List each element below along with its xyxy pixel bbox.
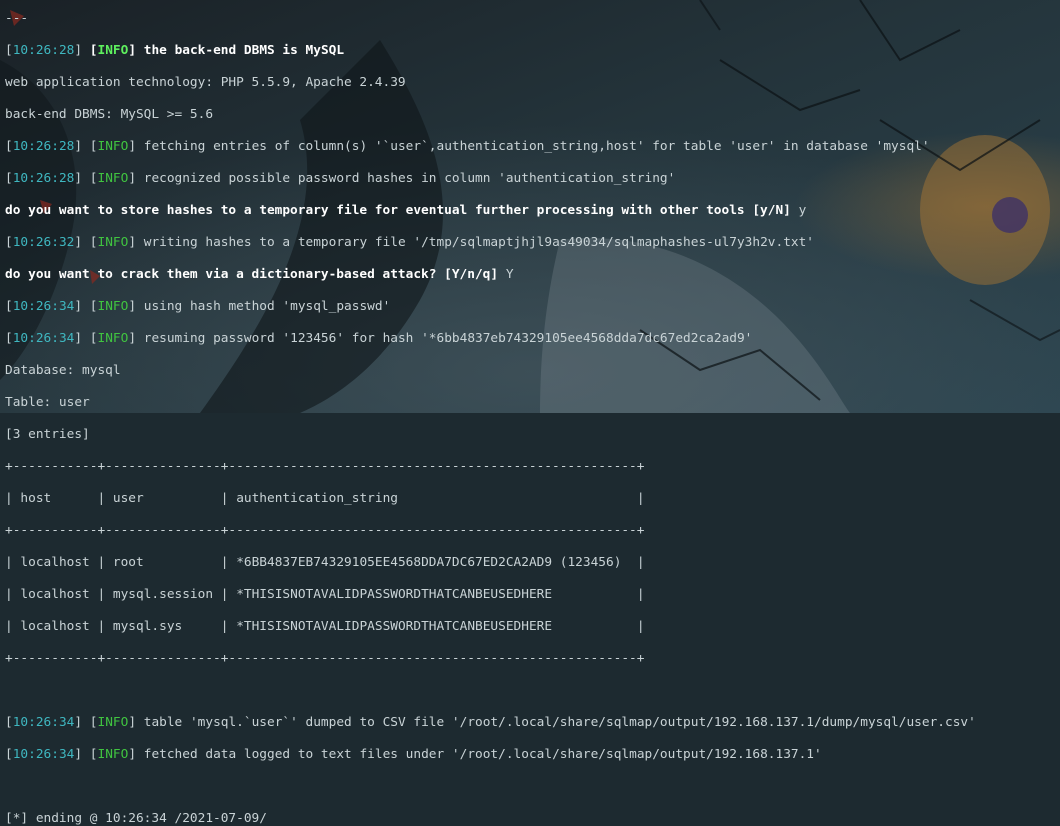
log-message: fetched data logged to text files under … xyxy=(143,747,822,762)
bracket: ] [ xyxy=(74,171,98,186)
ending-text: [*] ending @ 10:26:34 /2021-07-09/ xyxy=(5,811,267,826)
timestamp: 10:26:32 xyxy=(12,235,75,250)
table-border-bottom: +-----------+---------------+-----------… xyxy=(5,651,645,666)
bracket: ] xyxy=(128,715,144,730)
bracket: ] [ xyxy=(74,139,98,154)
table-cell: *THISISNOTAVALIDPASSWORDTHATCANBEUSEDHER… xyxy=(236,619,630,634)
log-line: [10:26:28] [INFO] recognized possible pa… xyxy=(5,171,976,187)
bracket: ] xyxy=(74,43,90,58)
table-cell: mysql.sys xyxy=(112,619,214,634)
bracket: ] xyxy=(128,43,144,58)
log-line: [10:26:34] [INFO] using hash method 'mys… xyxy=(5,299,976,315)
top-fragment-text: --- xyxy=(5,11,29,26)
log-line: [10:26:34] [INFO] table 'mysql.`user`' d… xyxy=(5,715,976,731)
table-cell: *THISISNOTAVALIDPASSWORDTHATCANBEUSEDHER… xyxy=(236,587,630,602)
table-cell: localhost xyxy=(20,555,90,570)
log-message: writing hashes to a temporary file '/tmp… xyxy=(143,235,815,250)
level-tag: INFO xyxy=(97,331,129,346)
bracket: [ xyxy=(5,331,13,346)
prompt-question: do you want to store hashes to a tempora… xyxy=(5,203,791,218)
dump-meta-text: Database: mysql xyxy=(5,363,121,378)
bracket: ] [ xyxy=(74,299,98,314)
timestamp: 10:26:34 xyxy=(12,331,75,346)
table-row: | localhost | root | *6BB4837EB74329105E… xyxy=(5,555,645,570)
bracket: ] xyxy=(128,331,144,346)
bracket: ] [ xyxy=(74,747,98,762)
log-line: [10:26:32] [INFO] writing hashes to a te… xyxy=(5,235,976,251)
log-message: table 'mysql.`user`' dumped to CSV file … xyxy=(143,715,976,730)
ending-line: [*] ending @ 10:26:34 /2021-07-09/ xyxy=(5,811,976,826)
bracket: ] xyxy=(128,139,144,154)
level-tag: INFO xyxy=(97,139,129,154)
timestamp: 10:26:34 xyxy=(12,299,75,314)
dump-meta-text: Table: user xyxy=(5,395,90,410)
table-header-cell: authentication_string xyxy=(236,491,630,506)
terminal-output: --- [10:26:28] [INFO] the back-end DBMS … xyxy=(5,0,976,826)
log-message: resuming password '123456' for hash '*6b… xyxy=(143,331,753,346)
timestamp: 10:26:28 xyxy=(12,171,75,186)
bracket: [ xyxy=(5,299,13,314)
table-cell: *6BB4837EB74329105EE4568DDA7DC67ED2CA2AD… xyxy=(236,555,630,570)
table-header-cell: user xyxy=(112,491,214,506)
log-message: recognized possible password hashes in c… xyxy=(143,171,676,186)
table-border-top: +-----------+---------------+-----------… xyxy=(5,459,645,474)
level-tag: INFO xyxy=(97,747,129,762)
bracket: [ xyxy=(5,139,13,154)
bracket: [ xyxy=(5,747,13,762)
log-line: [10:26:34] [INFO] fetched data logged to… xyxy=(5,747,976,763)
level-tag: INFO xyxy=(97,235,129,250)
bracket: [ xyxy=(89,43,98,58)
dump-meta-database: Database: mysql xyxy=(5,363,976,379)
bracket: [ xyxy=(5,235,13,250)
bracket: [ xyxy=(5,171,13,186)
bracket: ] [ xyxy=(74,235,98,250)
bracket: [ xyxy=(5,43,13,58)
bracket: ] xyxy=(128,747,144,762)
table-cell: mysql.session xyxy=(112,587,214,602)
log-line: [10:26:34] [INFO] resuming password '123… xyxy=(5,331,976,347)
log-message: fetching entries of column(s) '`user`,au… xyxy=(143,139,930,154)
plain-line: web application technology: PHP 5.5.9, A… xyxy=(5,75,976,91)
table-header-row: | host | user | authentication_string | xyxy=(5,491,645,506)
plain-line: back-end DBMS: MySQL >= 5.6 xyxy=(5,107,976,123)
dump-meta-table: Table: user xyxy=(5,395,976,411)
table-row: | localhost | mysql.session | *THISISNOT… xyxy=(5,587,645,602)
prompt-line: do you want to store hashes to a tempora… xyxy=(5,203,976,219)
prompt-answer: Y xyxy=(505,267,514,282)
log-line: [10:26:28] [INFO] the back-end DBMS is M… xyxy=(5,43,976,59)
prompt-line: do you want to crack them via a dictiona… xyxy=(5,267,976,283)
plain-text: web application technology: PHP 5.5.9, A… xyxy=(5,75,406,90)
dump-meta-text: [3 entries] xyxy=(5,427,90,442)
table-border-mid: +-----------+---------------+-----------… xyxy=(5,523,645,538)
level-tag: INFO xyxy=(97,43,129,58)
timestamp: 10:26:34 xyxy=(12,747,75,762)
plain-text: back-end DBMS: MySQL >= 5.6 xyxy=(5,107,214,122)
level-tag: INFO xyxy=(97,715,129,730)
timestamp: 10:26:28 xyxy=(12,139,75,154)
table-header-cell: host xyxy=(20,491,90,506)
log-message: the back-end DBMS is MySQL xyxy=(143,43,345,58)
level-tag: INFO xyxy=(97,299,129,314)
prompt-answer: y xyxy=(798,203,807,218)
bracket: ] [ xyxy=(74,331,98,346)
table-cell: root xyxy=(112,555,214,570)
level-tag: INFO xyxy=(97,171,129,186)
bracket: ] xyxy=(128,235,144,250)
bracket: [ xyxy=(5,715,13,730)
table-row: | localhost | mysql.sys | *THISISNOTAVAL… xyxy=(5,619,645,634)
table-cell: localhost xyxy=(20,619,90,634)
bracket: ] xyxy=(128,299,144,314)
prompt-question: do you want to crack them via a dictiona… xyxy=(5,267,499,282)
top-fragment: --- xyxy=(5,11,976,27)
bracket: ] [ xyxy=(74,715,98,730)
log-message: using hash method 'mysql_passwd' xyxy=(143,299,391,314)
bracket: ] xyxy=(128,171,144,186)
log-line: [10:26:28] [INFO] fetching entries of co… xyxy=(5,139,976,155)
table-cell: localhost xyxy=(20,587,90,602)
timestamp: 10:26:34 xyxy=(12,715,75,730)
dump-meta-count: [3 entries] xyxy=(5,427,976,443)
timestamp: 10:26:28 xyxy=(12,43,75,58)
